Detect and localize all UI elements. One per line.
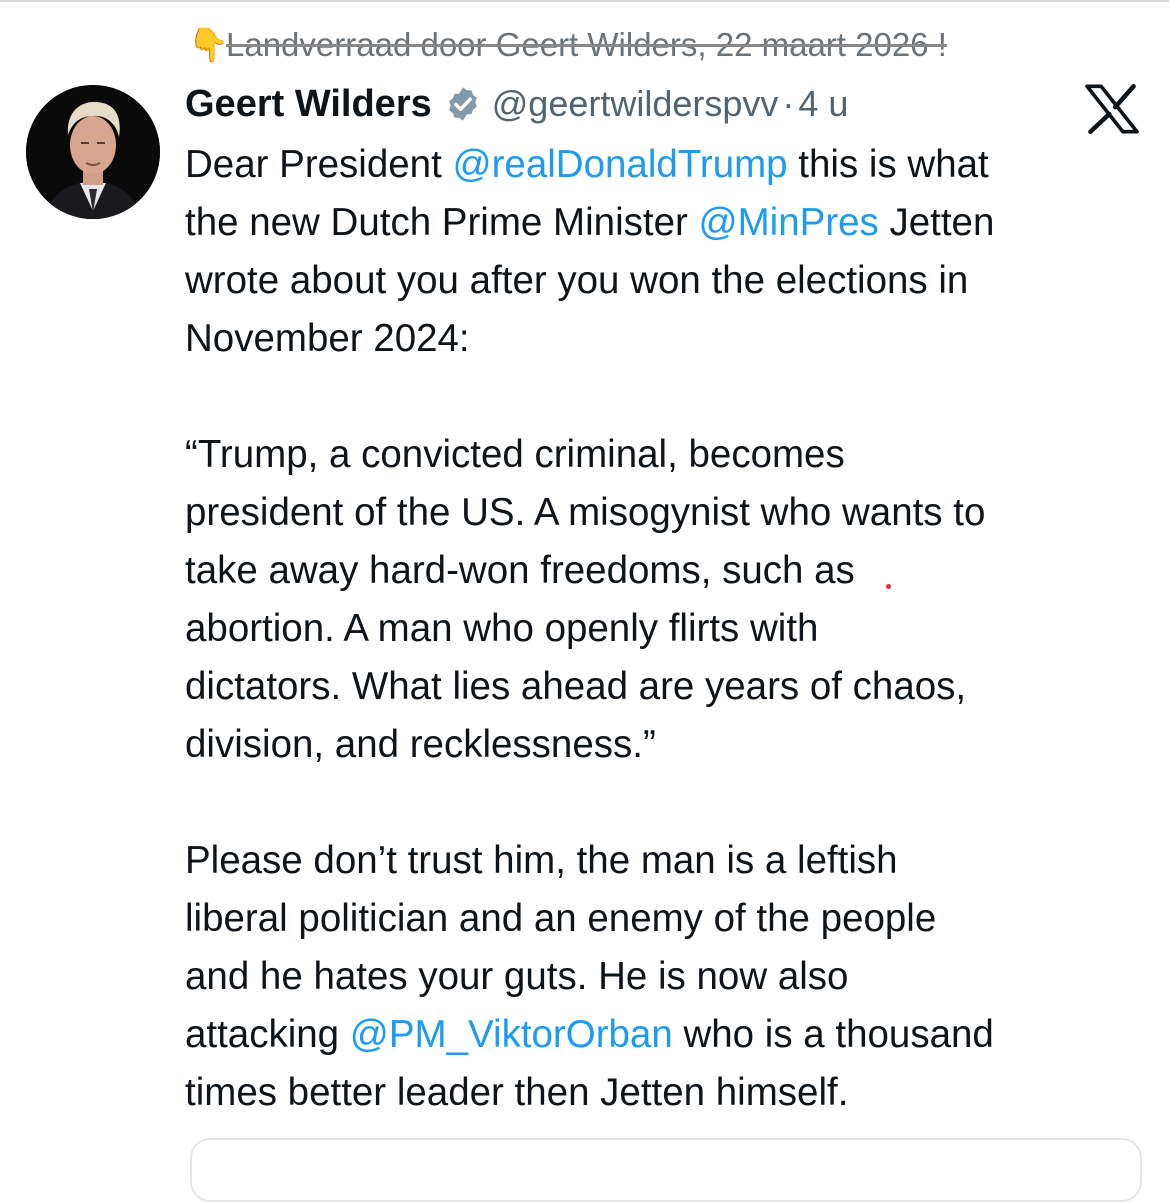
annotation-dot	[886, 584, 891, 589]
tweet-header: Geert Wilders @geertwilderspvv · 4 u	[185, 76, 1145, 132]
body-line: Please don’t trust him, the man is a lef…	[185, 839, 898, 882]
body-line: attacking @PM_ViktorOrban who is a thous…	[185, 1006, 1145, 1064]
hand-pointing-down-icon: 👇	[188, 26, 230, 63]
header-separator: ·	[782, 83, 795, 124]
body-text-segment: Jetten	[878, 201, 995, 244]
body-line: and he hates your guts. He is now also	[185, 955, 849, 998]
tweet[interactable]: Geert Wilders @geertwilderspvv · 4 u Dea…	[185, 76, 1145, 1122]
body-line: times better leader then Jetten himself.	[185, 1071, 849, 1114]
tweet-body: Dear President @realDonaldTrump this is …	[185, 136, 1145, 1122]
overlay-caption: 👇Landverraad door Geert Wilders, 22 maar…	[188, 20, 947, 70]
body-text-segment: this is what	[787, 143, 989, 186]
body-text-segment: attacking	[185, 1013, 350, 1056]
x-logo-icon[interactable]	[1084, 84, 1140, 134]
body-line: the new Dutch Prime Minister @MinPres Je…	[185, 194, 1145, 252]
body-text-segment: who is a thousand	[672, 1013, 994, 1056]
body-text-segment: Dear President	[185, 143, 453, 186]
avatar-portrait	[26, 85, 160, 219]
overlay-caption-text: Landverraad door Geert Wilders, 22 maart…	[226, 26, 947, 63]
embedded-card[interactable]	[190, 1138, 1142, 1202]
quote-line: division, and recklessness.”	[185, 723, 656, 766]
top-divider	[0, 0, 1169, 2]
timestamp[interactable]: 4 u	[798, 83, 848, 125]
verified-badge-icon	[448, 87, 477, 121]
author-name[interactable]: Geert Wilders	[185, 83, 432, 126]
body-line: November 2024:	[185, 317, 470, 360]
quote-line: “Trump, a convicted criminal, becomes	[185, 433, 845, 476]
body-text-segment: the new Dutch Prime Minister	[185, 201, 699, 244]
quote-line: president of the US. A misogynist who wa…	[185, 491, 986, 534]
body-line: Dear President @realDonaldTrump this is …	[185, 136, 1145, 194]
quote-line: take away hard-won freedoms, such as	[185, 549, 855, 592]
author-handle[interactable]: @geertwilderspvv	[492, 83, 779, 125]
body-line: liberal politician and an enemy of the p…	[185, 897, 937, 940]
quote-line: abortion. A man who openly flirts with	[185, 607, 819, 650]
mention-link[interactable]: @realDonaldTrump	[453, 143, 788, 186]
body-line: wrote about you after you won the electi…	[185, 259, 969, 302]
mention-link[interactable]: @PM_ViktorOrban	[350, 1013, 673, 1056]
quote-line: dictators. What lies ahead are years of …	[185, 665, 967, 708]
mention-link[interactable]: @MinPres	[699, 201, 879, 244]
avatar[interactable]	[26, 85, 160, 219]
